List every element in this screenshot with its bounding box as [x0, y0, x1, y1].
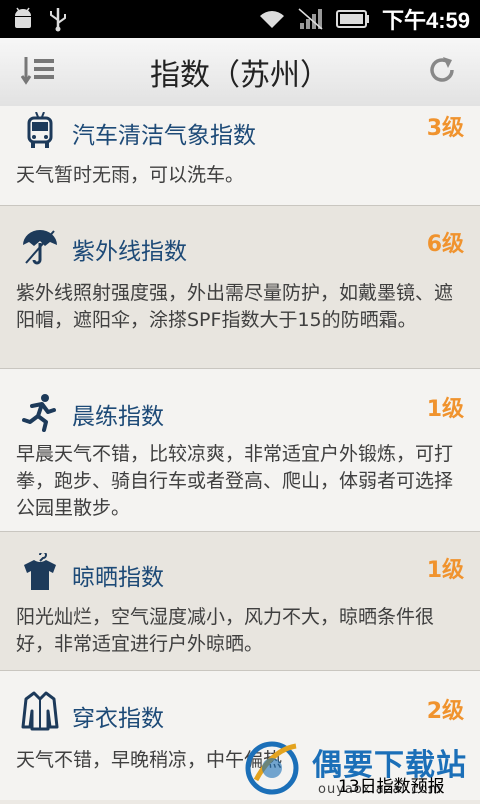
signal-icon	[298, 7, 324, 31]
index-name: 晾晒指数	[72, 565, 164, 591]
index-level: 1级	[426, 558, 464, 583]
refresh-icon	[426, 54, 458, 90]
index-level: 3级	[426, 116, 464, 141]
index-description: 天气暂时无雨，可以洗车。	[16, 164, 245, 186]
list-item-car-wash[interactable]: 汽车清洁气象指数 3级 天气暂时无雨，可以洗车。	[0, 106, 480, 206]
forecast-link[interactable]: 13日指数预报	[338, 772, 445, 797]
index-description: 早晨天气不错，比较凉爽，非常适宜户外锻炼，可打拳，跑步、骑自行车或者登高、爬山，…	[16, 443, 454, 519]
jacket-icon	[20, 691, 60, 731]
battery-icon	[335, 10, 370, 28]
runner-icon	[20, 392, 60, 432]
index-description: 阳光灿烂，空气湿度减小，风力不大，晾晒条件很好，非常适宜进行户外晾晒。	[16, 606, 435, 655]
index-name: 汽车清洁气象指数	[72, 123, 256, 149]
usb-icon	[48, 6, 68, 32]
index-name: 紫外线指数	[72, 239, 187, 265]
list-item-uv[interactable]: 紫外线指数 6级 紫外线照射强度强，外出需尽量防护，如戴墨镜、遮阳帽，遮阳伞，涂…	[0, 206, 480, 369]
android-icon	[12, 7, 34, 31]
index-level: 1级	[426, 397, 464, 422]
list-item-drying[interactable]: 晾晒指数 1级 阳光灿烂，空气湿度减小，风力不大，晾晒条件很好，非常适宜进行户外…	[0, 532, 480, 671]
watermark-icon	[245, 741, 299, 795]
status-bar: 下午4:59	[0, 0, 480, 38]
index-name: 晨练指数	[72, 404, 164, 430]
refresh-button[interactable]	[404, 38, 480, 106]
menu-icon	[20, 55, 55, 89]
index-level: 6级	[426, 232, 464, 257]
umbrella-icon	[20, 227, 60, 267]
menu-button[interactable]	[0, 38, 76, 106]
index-name: 穿衣指数	[72, 706, 164, 732]
wifi-icon	[258, 8, 286, 30]
list-item-morning-exercise[interactable]: 晨练指数 1级 早晨天气不错，比较凉爽，非常适宜户外锻炼，可打拳，跑步、骑自行车…	[0, 369, 480, 532]
car-icon	[20, 111, 60, 152]
index-level: 2级	[426, 699, 464, 724]
page-title: 指数（苏州）	[150, 58, 330, 93]
status-time: 下午4:59	[381, 8, 470, 33]
index-description: 紫外线照射强度强，外出需尽量防护，如戴墨镜、遮阳帽，遮阳伞，涂搽SPF指数大于1…	[16, 282, 454, 331]
index-list[interactable]: 汽车清洁气象指数 3级 天气暂时无雨，可以洗车。 紫外线指数 6级 紫外线照射强…	[0, 106, 480, 800]
shirt-icon	[20, 551, 60, 593]
title-bar: 指数（苏州）	[0, 38, 480, 107]
